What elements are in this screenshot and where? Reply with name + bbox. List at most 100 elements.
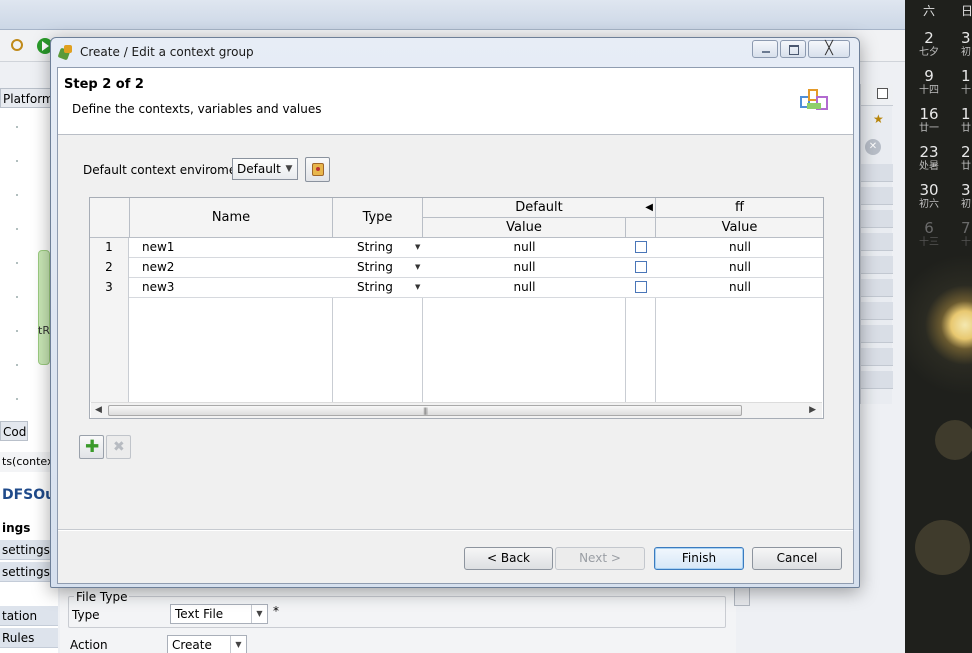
calendar-day-number: 1 [961,67,971,85]
variable-name-cell[interactable]: new2 [142,258,332,278]
default-value-column-header[interactable]: Value [423,218,626,238]
right-panel: ★ ✕ [860,84,893,404]
palette-item[interactable] [861,371,893,389]
calendar-day[interactable]: 3 初 [961,182,972,210]
calendar-day[interactable]: 9 十四 [915,68,943,96]
collapse-left-icon[interactable]: ◀ [645,198,653,217]
calendar-day[interactable]: 23 处暑 [915,144,943,172]
calendar-day-lunar: 初六 [919,198,939,210]
table-row[interactable]: 3 new3 String ▼ null null [90,278,823,298]
required-mark: * [273,604,279,618]
scroll-left-icon[interactable]: ◀ [95,405,102,415]
table-row[interactable]: 2 new2 String ▼ null null [90,258,823,278]
talend-puzzle-icon [57,44,74,61]
context-ff-group-header[interactable]: ff [656,198,823,218]
ff-value-column-header[interactable]: Value [656,218,823,238]
dialog-titlebar[interactable]: Create / Edit a context group ╳ [51,38,859,66]
dialog-title: Create / Edit a context group [80,45,254,59]
palette-item[interactable] [861,256,893,274]
star-icon[interactable]: ★ [873,112,884,126]
calendar-day-lunar: 廿一 [919,122,939,134]
ide-titlebar [0,0,905,30]
calendar-day-number: 9 [924,67,934,85]
chevron-down-icon[interactable]: ▼ [415,278,423,298]
prompt-checkbox[interactable] [635,241,647,253]
context-wizard-icon [800,87,830,117]
calendar-day[interactable]: 7 十 [961,220,972,248]
finish-button[interactable]: Finish [654,547,744,570]
chevron-down-icon[interactable]: ▼ [230,636,246,653]
tab-validation-rules[interactable]: Rules [0,628,58,648]
calendar-day[interactable]: 2 廿 [961,144,972,172]
default-value-cell[interactable]: null [423,258,626,278]
chevron-down-icon[interactable]: ▼ [415,258,423,278]
default-value-cell[interactable]: null [423,278,626,298]
table-row[interactable]: 1 new1 String ▼ null null [90,238,823,258]
palette-item[interactable] [861,348,893,366]
calendar-day-number: 6 [924,219,934,237]
context-variables-table[interactable]: Name Type Default ◀ ff Value Value 1 new… [89,197,824,419]
palette-item[interactable] [861,210,893,228]
palette-item[interactable] [861,164,893,182]
calendar-day[interactable]: 6 十三 [915,220,943,248]
back-button[interactable]: < Back [464,547,553,570]
calendar-day-lunar: 初 [961,198,971,210]
type-column-header[interactable]: Type [333,198,423,238]
form-scrollbar[interactable] [734,586,750,606]
horizontal-scrollbar[interactable]: ◀ ||| ▶ [91,402,822,418]
manage-contexts-button[interactable] [305,157,330,182]
chevron-down-icon[interactable]: ▼ [281,159,297,179]
context-default-group-header[interactable]: Default ◀ [423,198,656,218]
calendar-day-number: 7 [961,219,971,237]
minimize-button[interactable] [752,40,778,58]
ff-value-cell[interactable]: null [656,258,823,278]
component-node[interactable] [38,250,50,365]
scroll-right-icon[interactable]: ▶ [809,405,816,415]
default-context-value: Default [237,162,281,176]
palette-item[interactable] [861,325,893,343]
step-title: Step 2 of 2 [64,77,144,92]
palette-item[interactable] [861,302,893,320]
palette-item[interactable] [861,187,893,205]
close-button[interactable]: ╳ [808,40,850,58]
maximize-icon[interactable] [877,88,888,99]
default-value-cell[interactable]: null [423,238,626,258]
default-context-select[interactable]: Default ▼ [232,158,298,180]
calendar-day-lunar: 廿 [961,122,971,134]
calendar-day[interactable]: 16 廿一 [915,106,943,134]
maximize-button[interactable] [780,40,806,58]
search-icon[interactable] [11,39,23,51]
row-number-header [90,198,130,238]
next-button[interactable]: Next > [555,547,645,570]
type-select[interactable]: Text File ▼ [170,604,268,624]
close-icon: ╳ [825,41,833,56]
palette-item[interactable] [861,233,893,251]
prompt-column-header[interactable] [626,218,656,238]
cancel-button[interactable]: Cancel [752,547,842,570]
action-select[interactable]: Create ▼ [167,635,247,653]
scrollbar-thumb[interactable]: ||| [108,405,742,416]
calendar-day-number: 23 [919,143,939,161]
calendar-day[interactable]: 1 十 [961,68,972,96]
tab-documentation[interactable]: tation [0,606,58,626]
calendar-day[interactable]: 30 初六 [915,182,943,210]
calendar-day[interactable]: 2 七夕 [915,30,943,58]
palette-item[interactable] [861,279,893,297]
add-variable-button[interactable]: ✚ [79,435,104,459]
variable-name-cell[interactable]: new1 [142,238,332,258]
name-column-header[interactable]: Name [130,198,333,238]
ff-value-cell[interactable]: null [656,238,823,258]
tab-platform[interactable]: Platform [0,88,52,108]
tab-code[interactable]: Code [0,421,28,441]
chevron-down-icon[interactable]: ▼ [251,605,267,623]
variable-name-cell[interactable]: new3 [142,278,332,298]
chevron-down-icon[interactable]: ▼ [415,238,423,258]
desktop-calendar-widget: 六 日 2 七夕 9 十四 16 廿一 23 处暑 30 初六 6 十三 3 初… [905,0,972,653]
prompt-checkbox[interactable] [635,281,647,293]
calendar-day[interactable]: 1 廿 [961,106,972,134]
remove-variable-button[interactable]: ✖ [106,435,131,459]
clear-icon[interactable]: ✕ [865,139,881,155]
prompt-checkbox[interactable] [635,261,647,273]
ff-value-cell[interactable]: null [656,278,823,298]
calendar-day[interactable]: 3 初 [961,30,972,58]
